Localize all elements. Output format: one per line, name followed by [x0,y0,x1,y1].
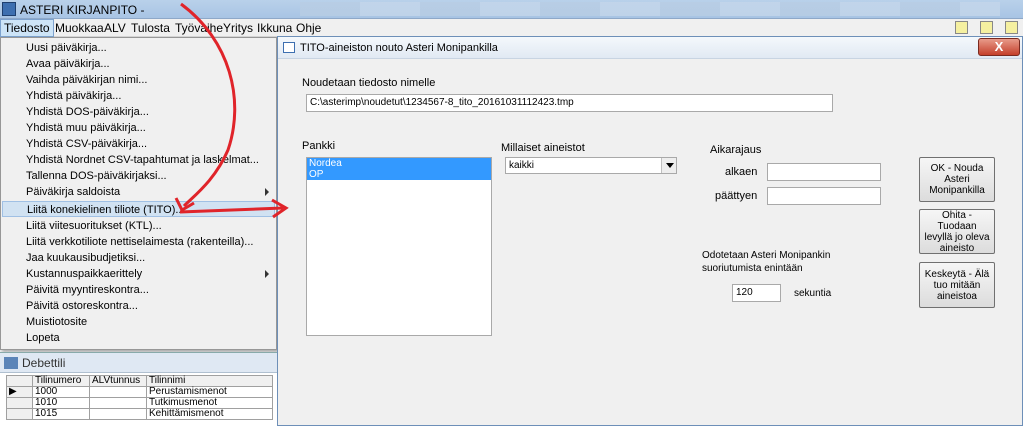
menu-tulosta[interactable]: Tulosta [128,21,173,35]
table-row[interactable]: 1010 Tutkimusmenot [6,397,273,409]
table-cell[interactable] [89,408,147,420]
menu-yritys[interactable]: Yritys [220,21,256,35]
app-title-bar: ASTERI KIRJANPITO - [0,0,1023,19]
table-cell[interactable]: 1000 [32,386,90,398]
menu-item-update-purchase-ledger[interactable]: Päivitä ostoreskontra... [2,298,275,314]
skip-use-existing-button[interactable]: Ohita - Tuodaan levyllä jo oleva aineist… [919,209,995,254]
menu-item-cost-centers[interactable]: Kustannuspaikkaerittely [2,266,275,282]
ok-fetch-button[interactable]: OK - Nouda Asteri Monipankilla [919,157,995,202]
menu-item-merge-other[interactable]: Yhdistä muu päiväkirja... [2,120,275,136]
table-cell[interactable]: Perustamismenot [146,386,273,398]
time-limit-label: Aikarajaus [710,144,762,156]
status-icon [955,21,968,34]
dialog-title-bar: TITO-aineiston nouto Asteri Monipankilla [278,37,1022,59]
bank-option-op[interactable]: OP [307,169,491,180]
menu-item-merge-dos[interactable]: Yhdistä DOS-päiväkirja... [2,104,275,120]
to-date-input[interactable] [767,187,881,205]
menu-item-monthly-budget[interactable]: Jaa kuukausibudjetiksi... [2,250,275,266]
table-cell[interactable]: Tutkimusmenot [146,397,273,409]
column-header[interactable]: ALVtunnus [89,375,147,387]
wait-seconds-input[interactable]: 120 [732,284,781,302]
current-row-icon: ▶ [6,386,33,398]
row-selector [6,397,33,409]
menu-item-merge-journal[interactable]: Yhdistä päiväkirja... [2,88,275,104]
window-icon [4,357,18,369]
table-row[interactable]: 1015 Kehittämismenot [6,408,273,420]
material-type-value: kaikki [509,160,535,171]
menu-item-attach-tito[interactable]: Liitä konekielinen tiliote (TITO)... [2,201,275,217]
menu-item-attach-web-statement[interactable]: Liitä verkkotiliote nettiselaimesta (rak… [2,234,275,250]
filename-label: Noudetaan tiedosto nimelle [302,77,436,89]
menu-ohje[interactable]: Ohje [293,21,324,35]
bank-option-nordea[interactable]: Nordea [307,158,491,169]
background-window-strip [300,2,1000,16]
table-cell[interactable]: 1015 [32,408,90,420]
tito-dialog: TITO-aineiston nouto Asteri Monipankilla… [277,36,1023,426]
menu-item-merge-nordnet[interactable]: Yhdistä Nordnet CSV-tapahtumat ja laskel… [2,152,275,168]
debettili-window: Debettili Tilinumero ALVtunnus Tilinnimi… [0,352,277,426]
menu-bar: Tiedosto Muokkaa ALV Tulosta Työvaihe Yr… [0,19,1023,37]
row-selector [6,408,33,420]
table-cell[interactable] [89,397,147,409]
wait-label: Odotetaan Asteri Monipankin suoriutumist… [702,250,831,274]
status-icon [980,21,993,34]
dialog-title: TITO-aineiston nouto Asteri Monipankilla [300,42,498,54]
table-cell[interactable]: Kehittämismenot [146,408,273,420]
table-cell[interactable]: 1010 [32,397,90,409]
seconds-label: sekuntia [794,288,832,299]
status-icon [1005,21,1018,34]
menu-item-quit[interactable]: Lopeta [2,330,275,346]
filename-field[interactable]: C:\asterimp\noudetut\1234567-8_tito_2016… [306,94,833,112]
cancel-button[interactable]: Keskeytä - Älä tuo mitään aineistoa [919,262,995,308]
material-type-label: Millaiset aineistot [501,142,585,154]
bank-listbox[interactable]: Nordea OP [306,157,492,336]
menu-item-update-sales-ledger[interactable]: Päivitä myyntireskontra... [2,282,275,298]
app-title: ASTERI KIRJANPITO - [20,3,145,17]
material-type-select[interactable]: kaikki [505,157,677,174]
debettili-title: Debettili [22,356,66,370]
column-header[interactable]: Tilinumero [32,375,90,387]
row-selector-header [6,375,33,387]
table-header-row: Tilinumero ALVtunnus Tilinnimi [6,375,273,387]
menu-alv[interactable]: ALV [101,21,129,35]
menu-tiedosto[interactable]: Tiedosto [0,19,54,37]
file-menu: Uusi päiväkirja... Avaa päiväkirja... Va… [0,37,277,350]
column-header[interactable]: Tilinnimi [146,375,273,387]
menu-item-new-journal[interactable]: Uusi päiväkirja... [2,40,275,56]
from-date-input[interactable] [767,163,881,181]
menu-item-rename-journal[interactable]: Vaihda päiväkirjan nimi... [2,72,275,88]
bank-label: Pankki [302,140,336,152]
menu-tyovaihe[interactable]: Työvaihe [172,21,226,35]
menu-ikkuna[interactable]: Ikkuna [254,21,295,35]
close-button[interactable]: X [978,38,1020,56]
menu-item-memo-voucher[interactable]: Muistiotosite [2,314,275,330]
accounts-table: Tilinumero ALVtunnus Tilinnimi ▶ 1000 Pe… [6,375,273,420]
chevron-down-icon[interactable] [661,158,676,173]
table-cell[interactable] [89,386,147,398]
menu-muokkaa[interactable]: Muokkaa [52,21,107,35]
app-icon [2,2,16,16]
menu-item-journal-from-balances[interactable]: Päiväkirja saldoista [2,184,275,200]
menu-item-attach-ktl[interactable]: Liitä viitesuoritukset (KTL)... [2,218,275,234]
menu-item-open-journal[interactable]: Avaa päiväkirja... [2,56,275,72]
debettili-title-bar: Debettili [0,353,277,373]
submenu-arrow-icon [265,188,269,196]
from-date-label: alkaen [725,166,758,178]
menu-item-save-dos[interactable]: Tallenna DOS-päiväkirjaksi... [2,168,275,184]
menu-item-merge-csv[interactable]: Yhdistä CSV-päiväkirja... [2,136,275,152]
window-icon [283,42,295,53]
submenu-arrow-icon [265,270,269,278]
table-row[interactable]: ▶ 1000 Perustamismenot [6,386,273,398]
to-date-label: päättyen [715,190,758,202]
